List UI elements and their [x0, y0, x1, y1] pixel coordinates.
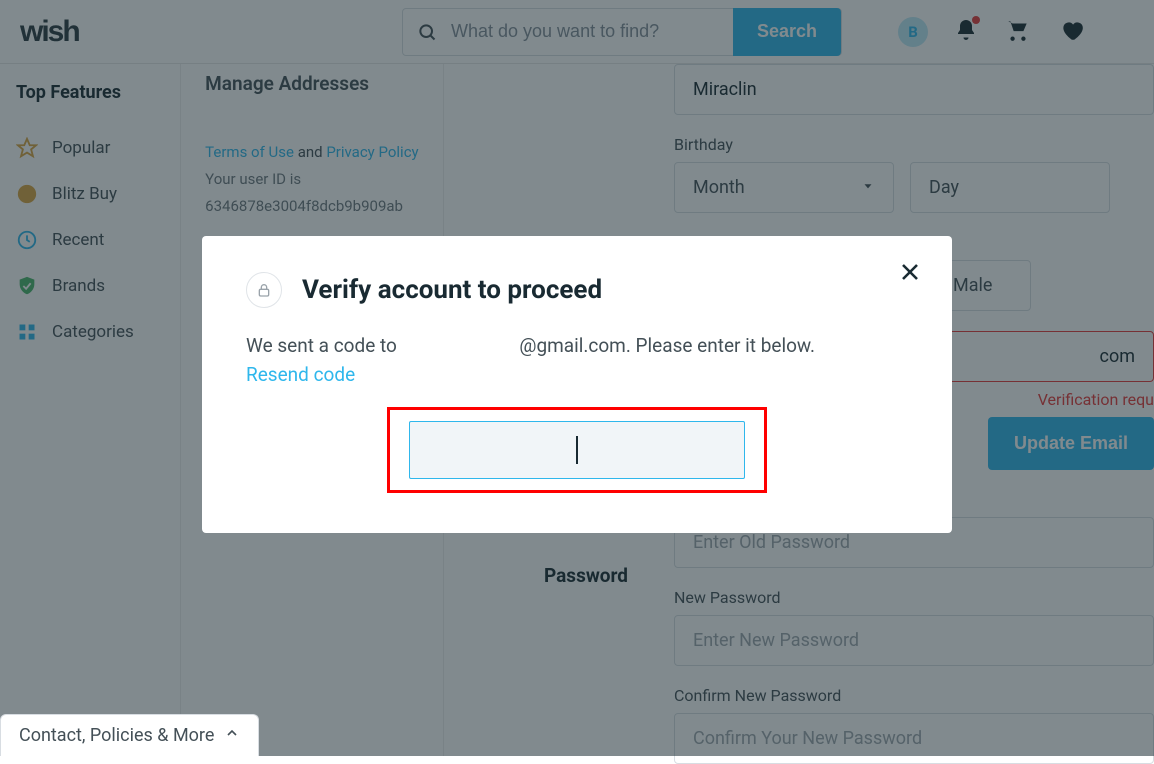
contact-tab-label: Contact, Policies & More — [19, 725, 214, 746]
chevron-up-icon — [224, 725, 240, 746]
modal-sent-prefix: We sent a code to — [246, 334, 402, 357]
resend-code-link[interactable]: Resend code — [246, 363, 355, 386]
modal-title: Verify account to proceed — [302, 275, 602, 305]
verify-account-modal: Verify account to proceed We sent a code… — [202, 236, 952, 533]
lock-icon — [246, 272, 282, 308]
modal-email-mask: @gmail.com — [519, 334, 625, 357]
modal-overlay: Verify account to proceed We sent a code… — [0, 0, 1154, 756]
modal-sent-suffix: . Please enter it below. — [626, 334, 815, 357]
text-cursor — [576, 436, 578, 464]
contact-policies-tab[interactable]: Contact, Policies & More — [0, 714, 259, 756]
verification-code-input[interactable] — [409, 421, 745, 479]
close-icon[interactable] — [898, 260, 922, 288]
